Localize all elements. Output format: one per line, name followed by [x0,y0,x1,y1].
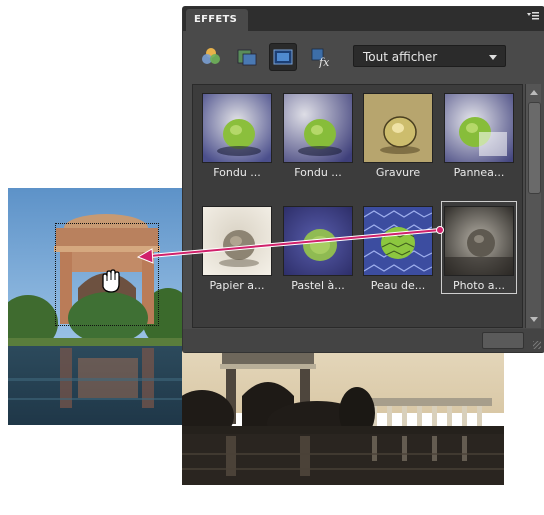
chevron-down-icon [489,55,497,60]
effect-preview [444,206,514,276]
effect-label: Peau de... [370,279,426,292]
dropdown-value: Tout afficher [363,50,438,64]
effects-toolbar: fx Tout afficher [183,31,544,81]
effect-preview [202,206,272,276]
effect-label: Gravure [375,166,421,179]
scroll-down-icon[interactable] [530,317,538,322]
hand-cursor-icon [97,267,125,295]
photo-effects-icon [273,49,293,65]
svg-text:fx: fx [318,56,330,68]
effect-preview [444,93,514,163]
apply-button[interactable] [482,332,524,349]
effect-label: Pannea... [453,166,505,179]
effect-preview [363,93,433,163]
effect-thumb[interactable]: Peau de... [360,201,436,294]
fx-icon: fx [311,48,330,68]
panel-menu-icon[interactable] [526,10,540,24]
effect-label: Pastel à... [291,279,345,292]
layer-styles-button[interactable] [233,43,261,71]
filters-icon [202,48,220,64]
effect-thumb[interactable]: Fondu ... [199,88,275,181]
effect-label: Photo a... [452,279,506,292]
panel-tabbar: EFFETS [183,7,544,31]
tab-effets[interactable]: EFFETS [186,9,248,31]
effect-label: Fondu ... [294,166,342,179]
layer-styles-icon [237,49,257,66]
scroll-up-icon[interactable] [530,90,538,95]
scroll-thumb[interactable] [528,102,541,194]
show-filter-dropdown[interactable]: Tout afficher [353,45,506,67]
thumbnail-scrollbar[interactable] [525,84,541,328]
effects-panel: EFFETS fx Tout afficher Fondu ... Fondu … [183,7,544,352]
effect-thumb[interactable]: Papier a... [199,201,275,294]
effect-preview [202,93,272,163]
effect-thumb[interactable]: Fondu ... [280,88,356,181]
effect-label: Fondu ... [213,166,261,179]
effect-thumb-selected[interactable]: Photo a... [441,201,517,294]
photo-effects-button[interactable] [269,43,297,71]
effect-label: Papier a... [209,279,265,292]
effect-thumb[interactable]: Pastel à... [280,201,356,294]
panel-footer [183,329,544,352]
effect-thumb[interactable]: Pannea... [441,88,517,181]
filters-button[interactable] [197,43,225,71]
fx-button[interactable]: fx [307,43,335,71]
effects-thumbnail-grid: Fondu ... Fondu ... Gravure Pannea... Pa… [192,84,523,328]
effect-preview [283,206,353,276]
effect-preview [283,93,353,163]
effect-preview [363,206,433,276]
effect-thumb[interactable]: Gravure [360,88,436,181]
resize-grip-icon[interactable] [533,341,541,349]
